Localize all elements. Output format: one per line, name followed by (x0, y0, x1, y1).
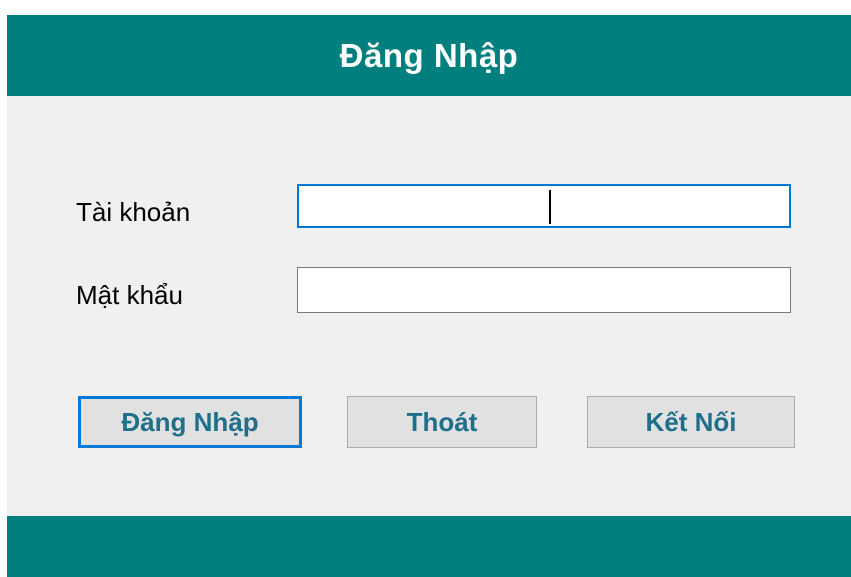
page-title: Đăng Nhập (339, 36, 519, 74)
footer-bar (7, 516, 851, 577)
username-input[interactable] (297, 184, 791, 228)
username-label: Tài khoản (76, 197, 191, 227)
text-caret (549, 190, 551, 224)
password-label: Mật khẩu (76, 280, 183, 310)
connect-button[interactable]: Kết Nối (587, 396, 795, 448)
title-bar: Đăng Nhập (7, 15, 851, 96)
login-button[interactable]: Đăng Nhập (78, 396, 302, 448)
exit-button[interactable]: Thoát (347, 396, 537, 448)
login-window: Đăng Nhập Tài khoản Mật khẩu Đăng Nhập T… (7, 15, 851, 577)
password-input[interactable] (297, 267, 791, 313)
